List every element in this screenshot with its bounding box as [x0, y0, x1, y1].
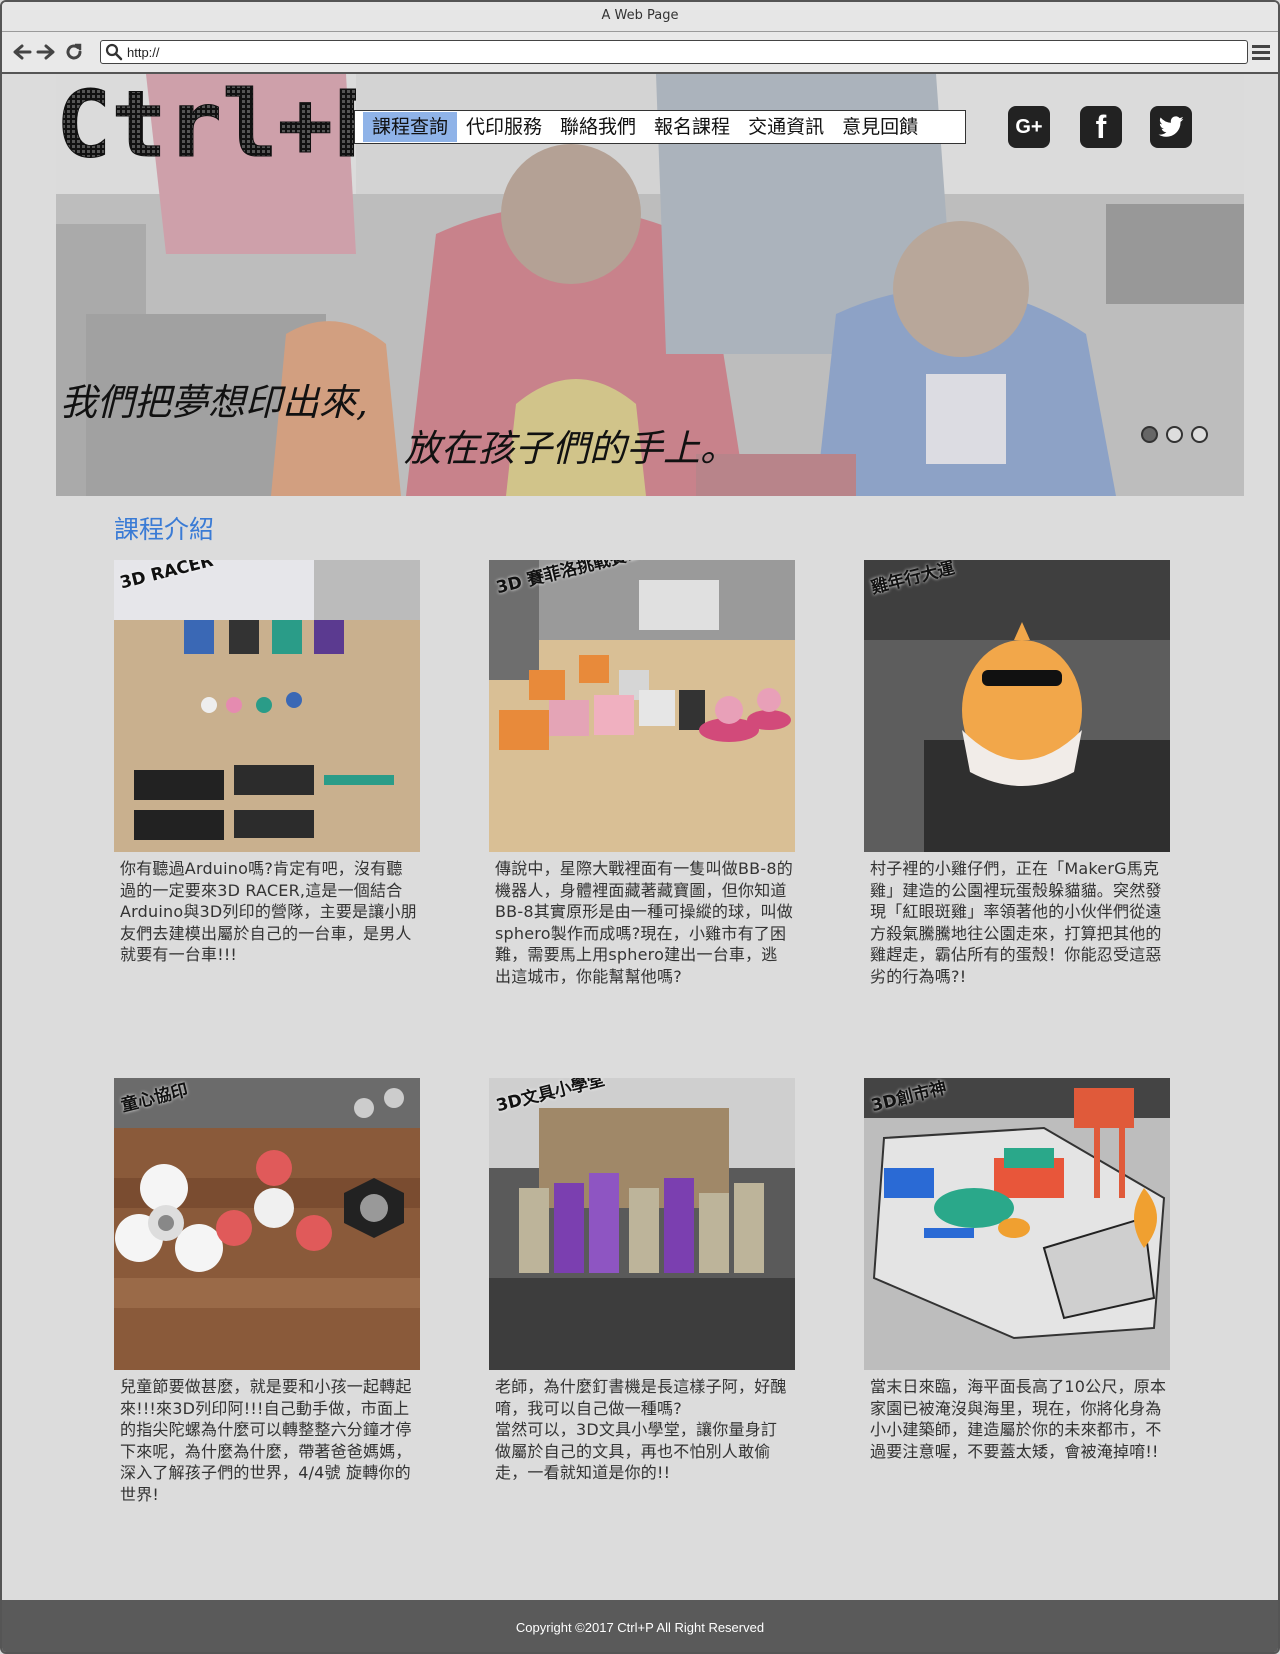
carousel-dot-1[interactable]	[1141, 426, 1158, 443]
course-description: 傳說中，星際大戰裡面有一隻叫做BB-8的機器人，身體裡面藏著藏寶圖，但你知道BB…	[495, 859, 793, 986]
forward-button[interactable]	[36, 42, 56, 62]
carousel-dot-3[interactable]	[1191, 426, 1208, 443]
course-card[interactable]: 雞年行大運 村子裡的小雞仔們，正在「MakerG馬克雞」建造的公園裡玩蛋殼躲貓貓…	[864, 560, 1172, 987]
logo-text: Ctrl+P	[56, 84, 356, 168]
search-icon	[105, 43, 123, 61]
course-photo	[114, 1078, 420, 1370]
nav-item[interactable]: 交通資訊	[739, 112, 833, 142]
google-plus-icon[interactable]: G+	[1008, 106, 1050, 148]
course-card[interactable]: 3D文具小學堂 老師，為什麼釘書機是長這樣子阿，好醜唷，我可以自己做一種嗎? 當…	[489, 1078, 797, 1484]
course-photo	[489, 560, 795, 852]
page-footer: Copyright ©2017 Ctrl+P All Right Reserve…	[2, 1600, 1278, 1652]
course-card[interactable]: 3D 賽菲洛挑戰賽2.0 傳說中，星際大戰裡面有一隻叫做BB-8的機器人，身體裡…	[489, 560, 797, 987]
reload-button[interactable]	[64, 42, 84, 62]
window-title: A Web Page	[2, 2, 1278, 32]
course-image[interactable]: 童心協印	[114, 1078, 420, 1370]
carousel-dot-2[interactable]	[1166, 426, 1183, 443]
course-card[interactable]: 3D創市神 當末日來臨，海平面長高了10公尺，原本家園已被淹沒與海里，現在，你將…	[864, 1078, 1172, 1462]
course-description: 兒童節要做甚麼，就是要和小孩一起轉起來!!!來3D列印阿!!!自己動手做，市面上…	[120, 1377, 412, 1504]
hero-slogan-line2: 放在孩子們的手上。	[404, 427, 737, 470]
course-image[interactable]: 3D創市神	[864, 1078, 1170, 1370]
back-button[interactable]	[12, 42, 32, 62]
course-image[interactable]: 3D RACER	[114, 560, 420, 852]
course-photo	[864, 560, 1170, 852]
course-description: 村子裡的小雞仔們，正在「MakerG馬克雞」建造的公園裡玩蛋殼躲貓貓。突然發現「…	[870, 859, 1162, 986]
nav-item[interactable]: 聯絡我們	[551, 112, 645, 142]
nav-item[interactable]: 意見回饋	[833, 112, 927, 142]
section-title: 課程介紹	[114, 515, 215, 544]
twitter-icon[interactable]	[1150, 106, 1192, 148]
facebook-glyph: f	[1095, 108, 1107, 145]
course-photo	[114, 560, 420, 852]
carousel-dots	[1141, 426, 1208, 443]
arrow-right-icon	[36, 44, 55, 60]
course-description: 當末日來臨，海平面長高了10公尺，原本家園已被淹沒與海里，現在，你將化身為小小建…	[870, 1377, 1167, 1461]
course-image[interactable]: 3D 賽菲洛挑戰賽2.0	[489, 560, 795, 852]
hamburger-menu-icon	[1252, 45, 1270, 60]
nav-item[interactable]: 課程查詢	[363, 112, 458, 142]
site-logo[interactable]: Ctrl+P	[56, 84, 356, 168]
nav-item[interactable]: 報名課程	[645, 112, 739, 142]
browser-window: A Web Page http:// Ctrl+P 課程查詢 代印服務 聯絡我們…	[0, 0, 1280, 1654]
course-image[interactable]: 3D文具小學堂	[489, 1078, 795, 1370]
course-description: 你有聽過Arduino嗎?肯定有吧，沒有聽過的一定要來3D RACER,這是一個…	[120, 859, 417, 964]
course-photo	[864, 1078, 1170, 1370]
reload-icon	[66, 43, 82, 60]
facebook-icon[interactable]: f	[1080, 106, 1122, 148]
browser-toolbar	[2, 32, 1278, 74]
hero-banner: Ctrl+P 課程查詢 代印服務 聯絡我們 報名課程 交通資訊 意見回饋 G+ f 我們把…	[56, 74, 1244, 496]
copyright-text: Copyright ©2017 Ctrl+P All Right Reserve…	[515, 1620, 765, 1635]
course-card[interactable]: 3D RACER 你有聽過Arduino嗎?肯定有吧，沒有聽過的一定要來3D R…	[114, 560, 422, 966]
main-nav: 課程查詢 代印服務 聯絡我們 報名課程 交通資訊 意見回饋	[354, 110, 966, 144]
url-input[interactable]	[127, 43, 1227, 61]
browser-menu-button[interactable]	[1250, 42, 1272, 62]
course-card[interactable]: 童心協印 兒童節要做甚麼，就是要和小孩一起轉起來!!!來3D列印阿!!!自己動手…	[114, 1078, 422, 1505]
course-image[interactable]: 雞年行大運	[864, 560, 1170, 852]
address-bar[interactable]	[100, 40, 1248, 64]
google-plus-glyph: G+	[1015, 115, 1043, 138]
arrow-left-icon	[13, 44, 32, 60]
nav-item[interactable]: 代印服務	[457, 112, 551, 142]
course-description: 老師，為什麼釘書機是長這樣子阿，好醜唷，我可以自己做一種嗎? 當然可以，3D文具…	[495, 1377, 787, 1482]
hero-slogan-line1: 我們把夢想印出來,	[60, 381, 368, 424]
course-photo	[489, 1078, 795, 1370]
twitter-bird-icon	[1158, 116, 1184, 137]
